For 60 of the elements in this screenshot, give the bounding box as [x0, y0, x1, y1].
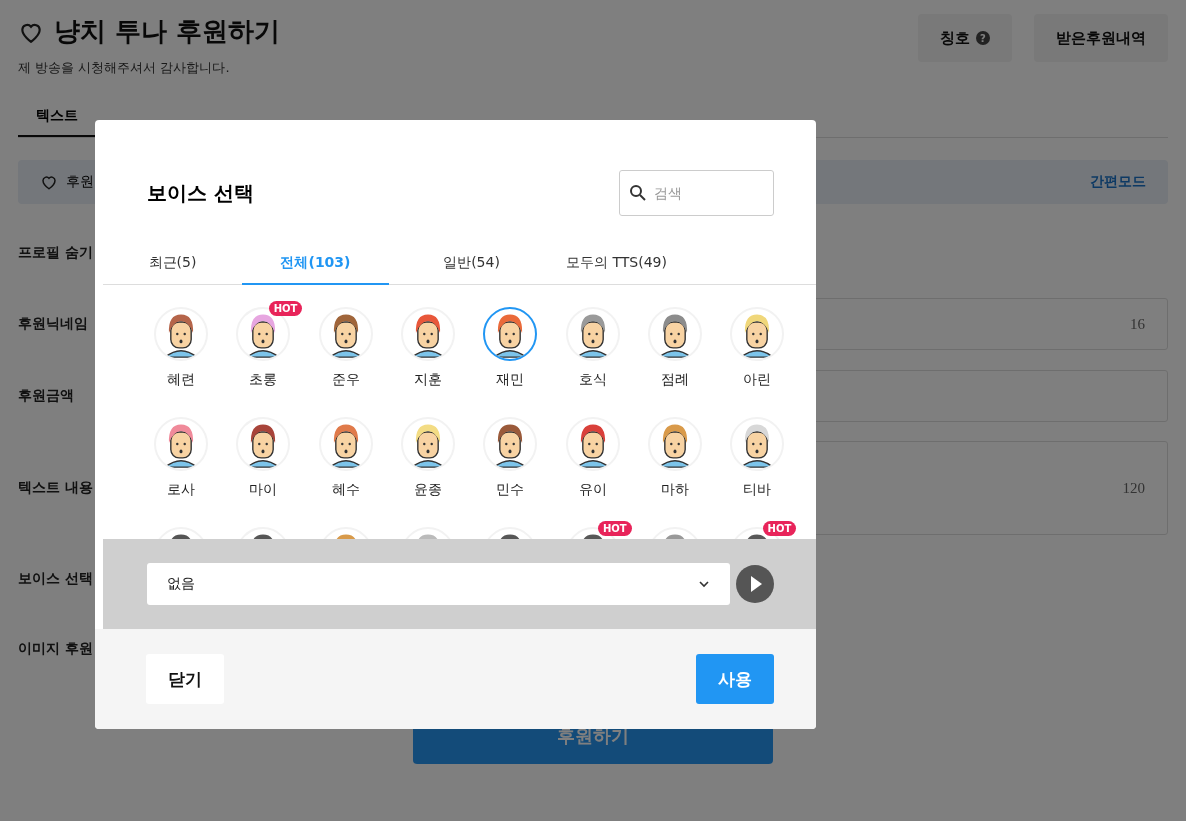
form-label: 후원금액 [18, 387, 75, 405]
voice-item[interactable]: 지훈 [386, 299, 470, 403]
voice-name: 혜수 [331, 481, 360, 499]
voice-item[interactable]: 재민 [469, 299, 552, 403]
form-label: 이미지 후원 [18, 640, 94, 658]
voice-item[interactable]: 아린 [716, 299, 799, 403]
notice-text: 후원 [66, 173, 94, 191]
voice-item[interactable]: 윤종 [386, 409, 470, 513]
voice-name: 호식 [578, 371, 607, 389]
voice-tab[interactable]: 모두의 TTS(49) [554, 246, 679, 285]
play-icon[interactable] [736, 565, 774, 603]
voice-item[interactable]: 준우 [304, 299, 387, 403]
voice-item[interactable]: 혜수 [304, 409, 387, 513]
header-button[interactable]: 칭호 ? [918, 14, 1012, 62]
voice-name: 윤종 [414, 481, 443, 499]
voice-name: 로사 [167, 481, 196, 499]
voice-name: 민수 [496, 481, 525, 499]
voice-name: 마이 [249, 481, 278, 499]
voice-name: 유이 [578, 481, 607, 499]
voice-tab[interactable]: 일반(54) [389, 246, 554, 285]
help-icon: ? [976, 31, 990, 45]
form-label: 텍스트 내용 [18, 479, 94, 497]
form-label: 보이스 선택 [18, 570, 94, 588]
voice-item[interactable]: 호식 [551, 299, 634, 403]
close-button[interactable]: 닫기 [146, 654, 224, 704]
voice-name: 혜련 [167, 371, 196, 389]
voice-name: 점례 [660, 371, 689, 389]
char-counter: 16 [1130, 315, 1145, 333]
form-label: 후원닉네임 [18, 315, 89, 333]
search-field[interactable]: 검색 [619, 170, 774, 216]
voice-item[interactable]: HOT 초롱 [222, 299, 305, 403]
voice-tab[interactable]: 최근(5) [103, 246, 242, 285]
page-title: 냥치 투나 후원하기 [54, 15, 281, 48]
voice-name: 재민 [496, 371, 525, 389]
voice-item[interactable]: 민수 [469, 409, 552, 513]
voice-item[interactable]: 로사 [140, 409, 223, 513]
search-icon [629, 184, 647, 202]
voice-item[interactable]: 마이 [222, 409, 305, 513]
hot-badge: HOT [268, 301, 303, 316]
voice-name: 준우 [331, 371, 360, 389]
voice-name: 지훈 [414, 371, 443, 389]
form-label: 프로필 숨기 [18, 244, 94, 262]
voice-item[interactable]: 점례 [633, 299, 717, 403]
voice-item[interactable]: 혜련 [140, 299, 223, 403]
chevron-down-icon [698, 580, 710, 588]
hot-badge: HOT [597, 521, 632, 536]
voice-select[interactable]: 없음 [147, 563, 730, 605]
voice-name: 초롱 [249, 371, 278, 389]
heart-icon [40, 173, 58, 191]
voice-name: 아린 [743, 371, 772, 389]
voice-name: 마하 [660, 481, 689, 499]
voice-item[interactable]: 티바 [716, 409, 799, 513]
voice-item[interactable]: 마하 [633, 409, 717, 513]
header-button[interactable]: 받은후원내역 [1034, 14, 1168, 62]
char-counter: 120 [1122, 479, 1145, 497]
voice-name: 티바 [743, 481, 772, 499]
page-subtitle: 제 방송을 시청해주셔서 감사합니다. [18, 59, 231, 77]
dialog-title: 보이스 선택 [147, 179, 254, 207]
voice-item[interactable]: 유이 [551, 409, 634, 513]
hot-badge: HOT [762, 521, 797, 536]
